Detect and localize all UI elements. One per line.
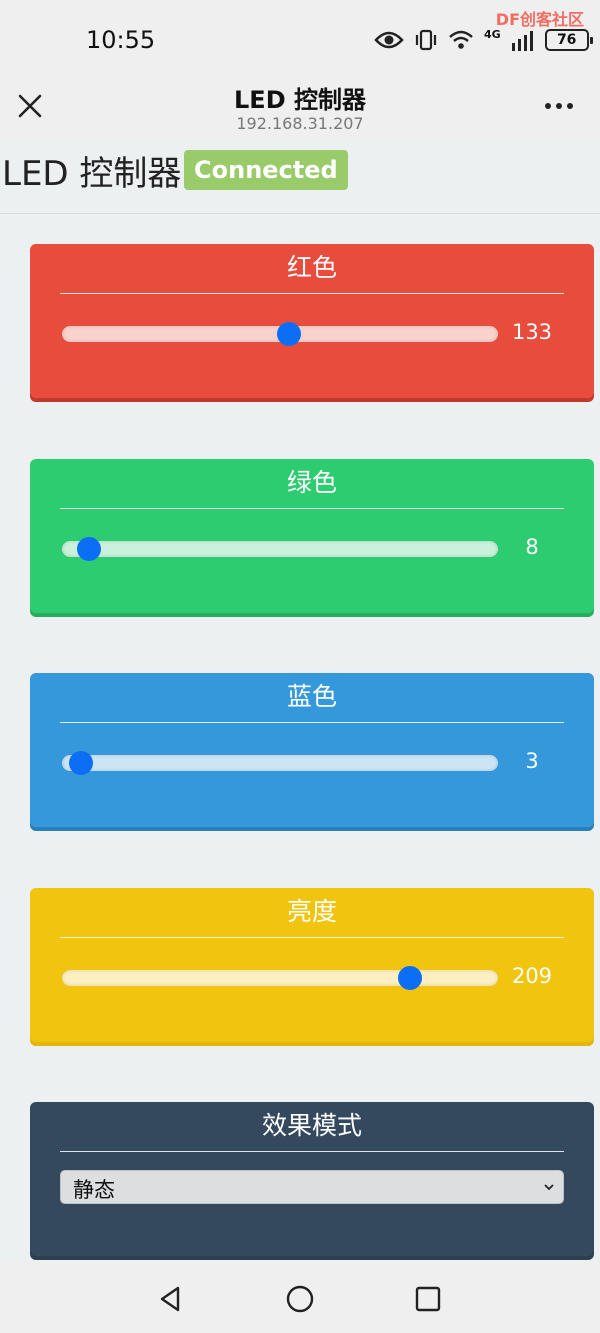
wifi-icon [449,30,473,49]
divider [60,722,564,723]
blue-slider[interactable] [62,751,498,775]
green-value: 8 [525,535,539,559]
recents-icon[interactable] [413,1284,443,1314]
blue-value: 3 [525,749,539,773]
watermark: DF创客社区 [495,10,584,29]
effect-mode-card: 效果模式 静态 [30,1102,594,1256]
effect-label: 效果模式 [261,1111,362,1140]
brightness-control-card: 亮度 209 [30,888,594,1042]
slider-thumb[interactable] [276,322,301,346]
screen: 10:55 4G 76 DF创客社区 LED 控制器 192.168.31.20… [0,0,600,1333]
divider [60,1151,564,1152]
control-label: 蓝色 [286,682,337,711]
window-subtitle: 192.168.31.207 [236,114,364,133]
status-icons: 4G 76 [374,26,593,54]
back-icon[interactable] [156,1284,186,1314]
more-icon[interactable] [544,102,574,110]
status-time: 10:55 [86,26,156,54]
slider-thumb[interactable] [76,537,101,561]
control-label: 亮度 [286,897,337,926]
status-bar: 10:55 4G 76 DF创客社区 [0,0,600,68]
signal-icon [511,31,533,51]
slider-thumb[interactable] [68,751,93,775]
page-header: LED 控制器 Connected [0,140,600,214]
divider [60,937,564,938]
green-slider[interactable] [62,537,498,561]
control-label: 绿色 [286,468,337,497]
red-control-card: 红色 133 [30,244,594,398]
red-value: 133 [511,320,553,344]
window-title: LED 控制器 [234,86,366,114]
status-badge: Connected [184,150,348,190]
eye-icon [374,31,404,49]
page-title: LED 控制器 [2,154,182,194]
home-icon[interactable] [285,1284,315,1314]
effect-selected-value: 静态 [73,1178,115,1202]
vibrate-icon [415,29,437,51]
red-slider[interactable] [62,322,498,346]
brightness-slider[interactable] [62,966,498,990]
control-label: 红色 [286,253,337,282]
chevron-down-icon [544,1184,554,1191]
blue-control-card: 蓝色 3 [30,673,594,827]
battery-icon: 76 [544,29,593,51]
slider-thumb[interactable] [398,966,423,990]
divider [60,508,564,509]
effect-mode-select[interactable]: 静态 [60,1170,564,1204]
divider [60,293,564,294]
nav-bar [0,1262,600,1333]
brightness-value: 209 [511,964,553,988]
title-bar: LED 控制器 192.168.31.207 [0,68,600,140]
green-control-card: 绿色 8 [30,459,594,613]
